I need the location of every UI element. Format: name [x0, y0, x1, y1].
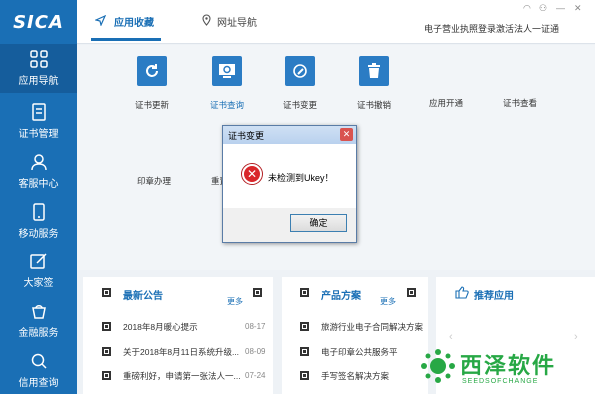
- refresh-icon: [137, 56, 167, 86]
- ebiz-license-login-link[interactable]: 电子营业执照登录: [424, 22, 496, 35]
- app-seal[interactable]: 印章办理: [137, 175, 171, 187]
- bullet-icon: [300, 322, 309, 331]
- close-icon[interactable]: ✕: [340, 128, 353, 141]
- sidebar-item-app-nav[interactable]: 应用导航: [0, 44, 77, 93]
- headset-icon[interactable]: ◠: [523, 3, 531, 14]
- sidebar-item-cert-mgmt[interactable]: 证书管理: [0, 97, 77, 146]
- ok-button[interactable]: 确定: [290, 214, 347, 232]
- sidebar-item-label: 客服中心: [18, 179, 59, 190]
- sidebar-item-label: 移动服务: [18, 229, 59, 240]
- news-more-link[interactable]: 更多: [227, 296, 243, 307]
- bullet-icon: [300, 371, 309, 380]
- news-title: 最新公告: [123, 291, 163, 302]
- chevron-left-icon[interactable]: ‹: [449, 331, 453, 343]
- app-label: 证书撤销: [356, 100, 391, 110]
- news-card: 最新公告 更多 2018年8月暖心提示 08-17 关于2018年8月11日系统…: [83, 277, 273, 394]
- dialog-message: 未检测到Ukey！: [268, 173, 334, 183]
- top-bar: 应用收藏 网址导航 电子营业执照登录 激活法人一证通 ◠ ⚇ — ✕: [77, 0, 595, 44]
- user-icon[interactable]: ⚇: [539, 3, 547, 14]
- expand-icon[interactable]: [407, 288, 416, 297]
- thumbs-up-icon: [455, 286, 469, 301]
- products-title: 产品方案: [321, 291, 361, 302]
- sidebar-item-sign[interactable]: 大家签: [0, 246, 77, 295]
- user-icon: [30, 153, 48, 171]
- news-item[interactable]: 重磅利好，申请第一张法人一...: [123, 370, 241, 382]
- sidebar-item-label: 大家签: [23, 278, 54, 289]
- document-icon: [30, 103, 48, 121]
- product-item[interactable]: 旅游行业电子合同解决方案: [321, 321, 423, 333]
- sidebar-item-service[interactable]: 客服中心: [0, 147, 77, 196]
- app-logo: SICA: [13, 11, 64, 33]
- product-item[interactable]: 手写签名解决方案: [321, 370, 389, 382]
- dialog-body: ✕ 未检测到Ukey！: [223, 144, 356, 208]
- finance-icon: [30, 302, 48, 320]
- news-date: 07-24: [245, 371, 266, 380]
- activate-legal-person-link[interactable]: 激活法人一证通: [496, 22, 559, 35]
- bullet-icon: [102, 347, 111, 356]
- products-more-link[interactable]: 更多: [380, 296, 396, 307]
- product-item[interactable]: 电子印章公共服务平: [321, 346, 398, 358]
- products-card: 产品方案 更多 旅游行业电子合同解决方案 电子印章公共服务平 手写签名解决方案: [282, 277, 428, 394]
- expand-icon[interactable]: [253, 288, 262, 297]
- sidebar-item-label: 信用查询: [18, 378, 59, 389]
- watermark-subtext: SEEDSOFCHANGE: [462, 378, 539, 385]
- news-item[interactable]: 2018年8月暖心提示: [123, 321, 198, 333]
- chevron-right-icon[interactable]: ›: [574, 331, 578, 343]
- watermark-icon: [421, 349, 455, 383]
- app-label: 证书变更: [282, 100, 317, 110]
- active-tab-indicator: [91, 38, 161, 41]
- app-activate[interactable]: 应用开通: [429, 97, 463, 109]
- cert-change-dialog: 证书变更 ✕ ✕ 未检测到Ukey！ 确定: [222, 125, 357, 243]
- send-icon: [94, 14, 107, 29]
- app-label: 证书查询: [209, 100, 244, 110]
- sidebar-item-credit[interactable]: 信用查询: [0, 346, 77, 394]
- location-pin-icon: [202, 14, 211, 29]
- trash-icon: [359, 56, 389, 86]
- sidebar: SICA 应用导航 证书管理 客服中心 移动服务 大家签 金融服务 信用查询: [0, 0, 77, 394]
- bullet-icon: [300, 347, 309, 356]
- sidebar-item-label: 应用导航: [18, 76, 59, 87]
- recommend-title: 推荐应用: [474, 291, 514, 302]
- news-date: 08-17: [245, 322, 266, 331]
- tab-app-favorites[interactable]: 应用收藏: [94, 14, 154, 29]
- sidebar-item-label: 证书管理: [18, 129, 59, 140]
- sidebar-item-mobile[interactable]: 移动服务: [0, 197, 77, 246]
- certificate-search-icon: [212, 56, 242, 86]
- minimize-icon[interactable]: —: [556, 3, 565, 13]
- bullet-icon: [102, 322, 111, 331]
- phone-icon: [30, 203, 48, 221]
- tab-url-nav[interactable]: 网址导航: [202, 14, 257, 29]
- watermark-text: 西泽软件: [460, 354, 557, 379]
- app-label: 证书更新: [134, 100, 169, 110]
- grid-icon: [29, 50, 48, 68]
- error-icon: ✕: [242, 164, 262, 184]
- bullet-icon: [300, 288, 309, 297]
- watermark-logo: 西泽软件 SEEDSOFCHANGE: [418, 346, 588, 388]
- app-cert-update[interactable]: 证书更新: [117, 56, 187, 111]
- sidebar-item-label: 金融服务: [18, 328, 59, 339]
- close-icon[interactable]: ✕: [574, 3, 582, 14]
- sidebar-item-finance[interactable]: 金融服务: [0, 296, 77, 345]
- app-cert-change[interactable]: 证书变更: [265, 56, 335, 111]
- app-cert-query[interactable]: 证书查询: [192, 56, 262, 111]
- edit-icon: [285, 56, 315, 86]
- dialog-title: 证书变更: [223, 126, 356, 144]
- news-date: 08-09: [245, 347, 266, 356]
- app-cert-view[interactable]: 证书查看: [503, 97, 537, 109]
- bullet-icon: [102, 288, 111, 297]
- news-item[interactable]: 关于2018年8月11日系统升级...: [123, 346, 239, 358]
- sign-icon: [29, 252, 48, 270]
- search-icon: [30, 352, 48, 370]
- bullet-icon: [102, 371, 111, 380]
- app-cert-revoke[interactable]: 证书撤销: [339, 56, 409, 111]
